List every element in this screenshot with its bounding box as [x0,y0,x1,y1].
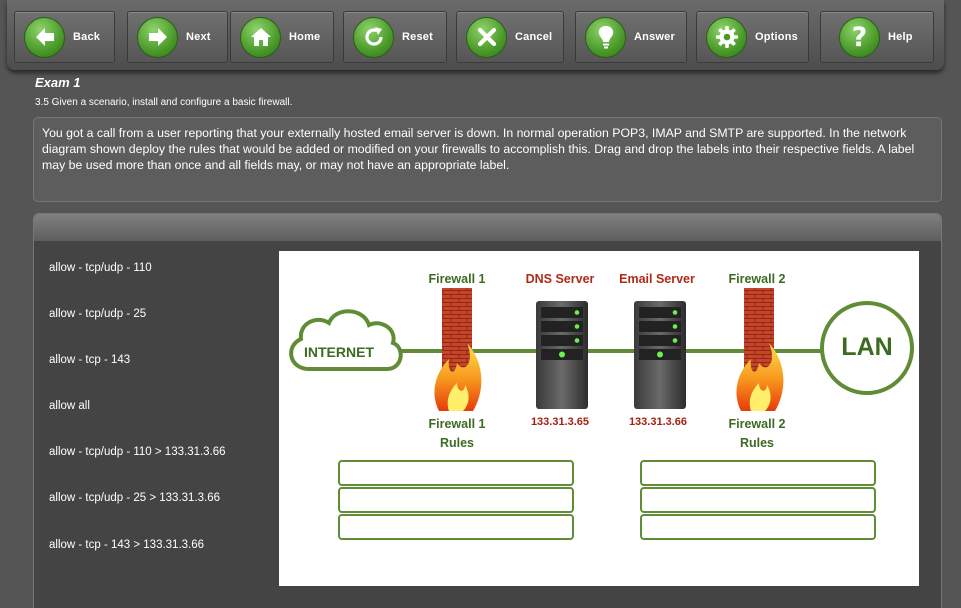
draggable-label[interactable]: allow - tcp/udp - 25 [49,308,146,320]
draggable-label[interactable]: allow - tcp/udp - 110 [49,262,152,274]
dns-server-ip: 133.31.3.65 [530,416,590,428]
draggable-label[interactable]: allow all [49,400,90,412]
answer-label: Answer [634,31,675,43]
reset-label: Reset [402,31,433,43]
lan-label: LAN [841,333,893,361]
arrow-right-icon [137,16,178,58]
firewall2-title: Firewall 2 [728,272,786,286]
cancel-label: Cancel [515,31,553,43]
gear-icon [706,16,747,58]
internet-cloud-icon [289,309,403,371]
email-server-icon [634,301,686,409]
firewall1-rules-label-line2: Rules [439,436,475,450]
cancel-button[interactable]: Cancel [456,11,564,63]
exam-objective: 3.5 Given a scenario, install and config… [35,97,293,108]
home-label: Home [289,31,321,43]
lightbulb-icon [585,16,626,58]
firewall2-rule-dropzone-2[interactable] [640,487,876,513]
firewall2-rule-dropzone-3[interactable] [640,514,876,540]
firewall1-rules-label-line1: Firewall 1 [428,417,486,431]
firewall1-rule-dropzone-3[interactable] [338,514,574,540]
internet-label: INTERNET [304,344,374,360]
dns-server-icon [536,301,588,409]
draggable-label[interactable]: allow - tcp - 143 > 133.31.3.66 [49,539,204,551]
draggable-label[interactable]: allow - tcp - 143 [49,354,130,366]
options-label: Options [755,31,798,43]
firewall2-rules-label-line2: Rules [739,436,775,450]
x-icon [466,16,507,58]
firewall1-rule-dropzone-1[interactable] [338,460,574,486]
panel-header [34,214,941,241]
drag-drop-panel: allow - tcp/udp - 110 allow - tcp/udp - … [33,213,942,608]
question-text: You got a call from a user reporting tha… [33,117,942,202]
email-server-title: Email Server [619,272,695,286]
back-button[interactable]: Back [14,11,115,63]
network-diagram: INTERNET LAN Firewall 1 DNS Server Email… [279,251,919,586]
next-label: Next [186,31,211,43]
draggable-label[interactable]: allow - tcp/udp - 25 > 133.31.3.66 [49,492,220,504]
dns-server-title: DNS Server [525,272,595,286]
firewall2-rule-dropzone-1[interactable] [640,460,876,486]
firewall1-title: Firewall 1 [428,272,486,286]
toolbar: Back Next Home Reset Cancel Answer Optio… [7,0,944,70]
arrow-left-icon [24,16,65,58]
reset-icon [353,16,394,58]
draggable-label[interactable]: allow - tcp/udp - 110 > 133.31.3.66 [49,446,226,458]
back-label: Back [73,31,101,43]
firewall2-rules-label-line1: Firewall 2 [728,417,786,431]
reset-button[interactable]: Reset [343,11,447,63]
question-icon: ? [839,16,880,58]
exam-title: Exam 1 [35,75,81,90]
help-button[interactable]: ? Help [820,11,934,63]
options-button[interactable]: Options [696,11,809,63]
home-icon [240,16,281,58]
next-button[interactable]: Next [127,11,228,63]
help-label: Help [888,31,913,43]
home-button[interactable]: Home [230,11,334,63]
email-server-ip: 133.31.3.66 [628,416,688,428]
answer-button[interactable]: Answer [575,11,687,63]
firewall1-rule-dropzone-2[interactable] [338,487,574,513]
